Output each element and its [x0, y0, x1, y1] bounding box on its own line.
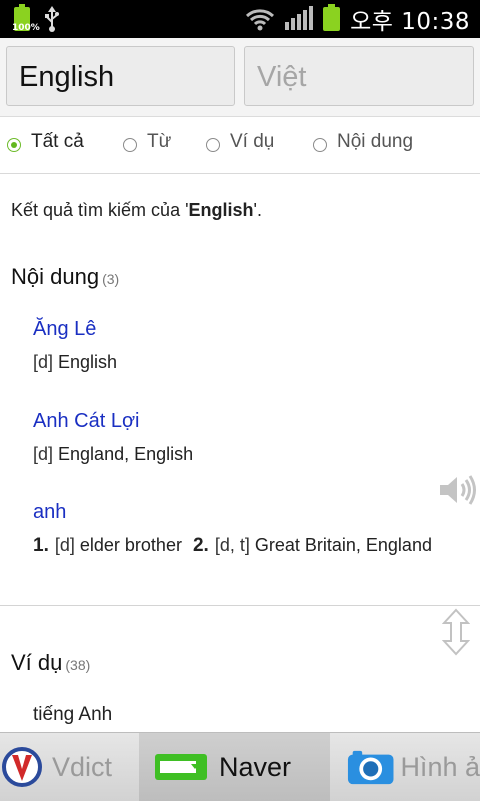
tab-image-label: Hình ả: [400, 751, 480, 782]
filter-content-label: Nội dung: [337, 131, 414, 152]
expand-collapse-icon[interactable]: [442, 608, 470, 656]
entry-definition: [d] England, English: [33, 444, 193, 465]
entry-definition: 1. [d] elder brother 2. [d, t] Great Brita…: [33, 535, 432, 557]
source-language-selector[interactable]: English: [6, 46, 235, 106]
summary-prefix: Kết quả tìm kiếm của ': [11, 200, 189, 220]
example-item[interactable]: tiếng Anh: [33, 704, 112, 726]
search-summary: Kết quả tìm kiếm của 'English'.: [11, 200, 262, 221]
summary-query: English: [188, 200, 254, 220]
signal-icon: [285, 6, 314, 30]
filter-all[interactable]: Tất cả: [7, 131, 84, 153]
radio-icon: [206, 138, 220, 152]
entry-pos: [d]: [54, 535, 75, 555]
content-section-label: Nội dung: [11, 264, 100, 289]
examples-section-count: (38): [65, 657, 91, 673]
section-divider: [0, 605, 480, 606]
examples-section-title: Ví dụ (38): [11, 650, 90, 676]
filter-example[interactable]: Ví dụ: [206, 131, 274, 153]
sense-number: 2.: [192, 535, 209, 556]
filter-tabs: Tất cả Từ Ví dụ Nội dung: [0, 117, 480, 174]
tab-vdict-label: Vdict: [52, 751, 113, 782]
filter-content[interactable]: Nội dung: [313, 131, 413, 153]
clock: 오후 10:38: [350, 9, 470, 35]
speaker-icon[interactable]: [438, 474, 478, 506]
naver-search-icon: [155, 754, 207, 780]
entry-def-text: English: [58, 352, 118, 372]
entry-word-link[interactable]: Ăng Lê: [33, 318, 96, 341]
filter-example-label: Ví dụ: [230, 131, 275, 152]
entry-word-link[interactable]: Anh Cát Lợi: [33, 410, 140, 433]
entry-def-text: England, English: [58, 444, 194, 464]
status-bar: 100% 오후 10:38: [0, 0, 480, 38]
camera-icon: [347, 750, 394, 785]
entry-word-link[interactable]: anh: [33, 501, 66, 524]
wifi-icon: [246, 9, 275, 31]
battery-icon: [323, 4, 341, 31]
entry-def-text: Great Britain, England: [254, 535, 432, 555]
battery-percent: 100%: [12, 23, 40, 33]
radio-icon: [123, 138, 137, 152]
sense-number: 1.: [33, 535, 49, 556]
filter-word-label: Từ: [147, 131, 172, 152]
entry-def-text: elder brother: [79, 535, 182, 555]
usb-icon: [45, 6, 59, 32]
tab-image[interactable]: Hình ả: [331, 733, 480, 801]
radio-selected-icon: [7, 138, 21, 152]
target-language-selector[interactable]: Việt: [244, 46, 474, 106]
battery-small-icon: 100%: [12, 4, 40, 33]
tab-vdict[interactable]: Vdict: [0, 733, 138, 801]
results-panel[interactable]: Kết quả tìm kiếm của 'English'. Nội dung…: [0, 174, 480, 732]
language-bar: English Việt: [0, 38, 480, 117]
vdict-logo-icon: [2, 747, 42, 787]
entry-pos: [d, t]: [214, 535, 250, 555]
examples-section-label: Ví dụ: [11, 650, 63, 675]
content-section-count: (3): [102, 271, 120, 287]
summary-suffix: '.: [253, 200, 262, 220]
filter-all-label: Tất cả: [31, 131, 84, 152]
content-section-title: Nội dung (3): [11, 264, 119, 290]
entry-pos: [d]: [33, 352, 54, 372]
radio-icon: [313, 138, 327, 152]
entry-definition: [d] English: [33, 352, 117, 373]
tab-naver-label: Naver: [219, 751, 292, 782]
bottom-tab-bar: Vdict Naver Hình ả: [0, 732, 480, 801]
tab-naver[interactable]: Naver: [139, 733, 330, 801]
entry-pos: [d]: [33, 444, 54, 464]
filter-word[interactable]: Từ: [123, 131, 171, 153]
